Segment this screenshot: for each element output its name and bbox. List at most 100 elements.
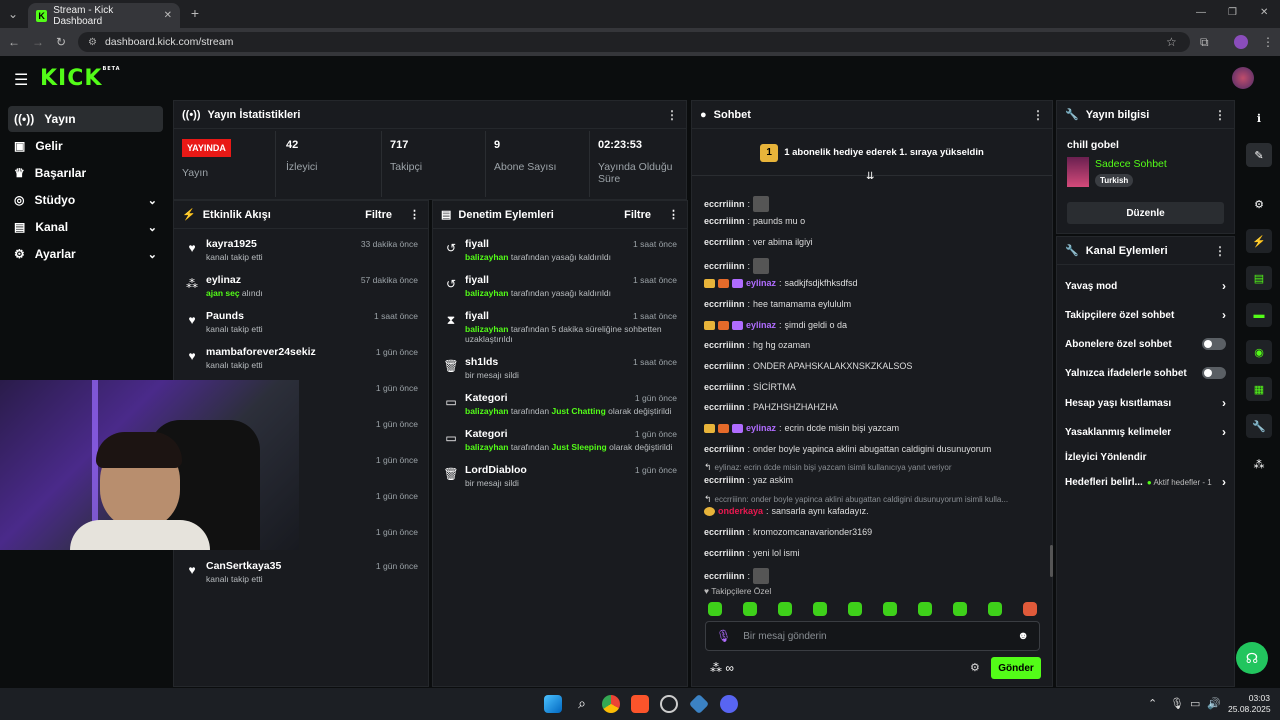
volume-icon[interactable]: 🔊 xyxy=(1207,697,1221,710)
chat-username[interactable]: eccrriiinn xyxy=(704,199,745,209)
microphone-icon[interactable]: 🎙 xyxy=(716,629,731,643)
filter-button[interactable]: Filtre xyxy=(624,209,651,221)
broadcast-icon[interactable]: ◉ xyxy=(1246,340,1272,364)
sidebar-item-yayin[interactable]: ((•)) Yayın xyxy=(8,106,163,132)
back-icon[interactable]: ← xyxy=(8,35,20,49)
chat-username[interactable]: eccrriiinn xyxy=(704,361,745,371)
emote-button[interactable] xyxy=(778,602,792,616)
chat-username[interactable]: eccrriiinn xyxy=(704,548,745,558)
edit-button[interactable]: Düzenle xyxy=(1067,202,1224,224)
window-close-icon[interactable]: ✕ xyxy=(1260,7,1268,18)
chat-username[interactable]: eccrriiinn xyxy=(704,237,745,247)
mod-target[interactable]: fiyall xyxy=(465,238,489,250)
emote-button[interactable] xyxy=(918,602,932,616)
more-options-icon[interactable]: ⋮ xyxy=(666,108,678,122)
chat-username[interactable]: eccrriiinn xyxy=(704,402,745,412)
chat-username[interactable]: eccrriiinn xyxy=(704,261,745,271)
browser-menu-icon[interactable]: ⋮ xyxy=(1262,35,1274,49)
layout-icon[interactable]: ▦ xyxy=(1246,377,1272,401)
clock[interactable]: 03:03 25.08.2025 xyxy=(1228,693,1271,715)
reload-icon[interactable]: ↻ xyxy=(56,35,66,49)
chat-username[interactable]: eccrriiinn xyxy=(704,299,745,309)
profile-avatar[interactable] xyxy=(1234,35,1248,49)
emote-button[interactable] xyxy=(883,602,897,616)
more-options-icon[interactable]: ⋮ xyxy=(668,208,679,221)
emote-button[interactable] xyxy=(953,602,967,616)
activity-user[interactable]: kayra1925 xyxy=(206,238,257,250)
more-options-icon[interactable]: ⋮ xyxy=(1214,108,1226,122)
obs-icon[interactable] xyxy=(660,695,678,713)
more-options-icon[interactable]: ⋮ xyxy=(1032,108,1044,122)
chat-settings-icon[interactable]: ⚙ xyxy=(970,661,980,674)
followers-only-row[interactable]: Takipçilere özel sohbet › xyxy=(1057,301,1234,329)
pinned-banner[interactable]: 1 1 abonelik hediye ederek 1. sıraya yük… xyxy=(692,130,1052,176)
edit-icon[interactable]: ✎ xyxy=(1246,143,1272,167)
subscribers-only-toggle[interactable] xyxy=(1202,338,1226,350)
chat-input[interactable]: 🎙 Bir mesaj gönderin ☻ xyxy=(705,621,1040,651)
bookmark-star-icon[interactable]: ☆ xyxy=(1166,35,1177,49)
sidebar-item-basarilar[interactable]: ♛ Başarılar xyxy=(8,160,163,186)
chrome-icon[interactable] xyxy=(602,695,620,713)
activity-user[interactable]: CanSertkaya35 xyxy=(206,560,281,572)
prediction-icon[interactable]: ⁂ ∞ xyxy=(710,661,734,675)
account-age-row[interactable]: Hesap yaşı kısıtlaması › xyxy=(1057,389,1234,417)
category-link[interactable]: Sadece Sohbet xyxy=(1095,158,1167,170)
info-icon[interactable]: ℹ xyxy=(1246,106,1272,130)
maximize-icon[interactable]: ❐ xyxy=(1228,7,1237,18)
mod-target[interactable]: sh1lds xyxy=(465,356,498,368)
sidebar-item-studyo[interactable]: ◎ Stüdyo ⌄ xyxy=(8,187,163,213)
goals-row[interactable]: Hedefleri belirl... ● Aktif hedefler - 1 › xyxy=(1057,468,1234,496)
collapse-pinned-icon[interactable]: ⇊ xyxy=(866,171,874,182)
chat-username[interactable]: eccrriiinn xyxy=(704,216,745,226)
slow-mode-row[interactable]: Yavaş mod › xyxy=(1057,272,1234,300)
emoji-icon[interactable]: ☻ xyxy=(1017,630,1029,642)
mod-target[interactable]: Kategori xyxy=(465,392,508,404)
chat-username[interactable]: eylinaz xyxy=(746,423,776,433)
microphone-tray-icon[interactable]: 🎙 xyxy=(1170,697,1184,710)
activity-user[interactable]: eylinaz xyxy=(206,274,241,286)
chat-username[interactable]: eylinaz xyxy=(746,320,776,330)
site-info-icon[interactable]: ⚙ xyxy=(88,37,97,48)
new-tab-icon[interactable]: + xyxy=(188,5,202,21)
sidebar-item-ayarlar[interactable]: ⚙ Ayarlar ⌄ xyxy=(8,241,163,267)
display-icon[interactable]: ▭ xyxy=(1190,697,1200,710)
forward-icon[interactable]: → xyxy=(32,35,44,49)
emote-button[interactable] xyxy=(743,602,757,616)
mod-target[interactable]: fiyall xyxy=(465,274,489,286)
wrench-icon[interactable]: 🔧 xyxy=(1246,414,1272,438)
send-button[interactable]: Gönder xyxy=(991,657,1041,679)
settings-icon[interactable]: ⚙ xyxy=(1246,192,1272,216)
more-options-icon[interactable]: ⋮ xyxy=(409,208,420,221)
browser-tab[interactable]: K Stream - Kick Dashboard ✕ xyxy=(28,3,180,28)
chat-username[interactable]: eccrriiinn xyxy=(704,571,745,581)
activity-user[interactable]: mambaforever24sekiz xyxy=(206,346,316,358)
chat-username[interactable]: eylinaz xyxy=(746,278,776,288)
emote-button[interactable] xyxy=(708,602,722,616)
more-options-icon[interactable]: ⋮ xyxy=(1214,244,1226,258)
chat-username[interactable]: eccrriiinn xyxy=(704,340,745,350)
emote-button[interactable] xyxy=(988,602,1002,616)
filter-button[interactable]: Filtre xyxy=(365,209,392,221)
chat-scrollbar[interactable] xyxy=(1050,545,1053,577)
sidebar-item-gelir[interactable]: ▣ Gelir xyxy=(8,133,163,159)
mod-target[interactable]: Kategori xyxy=(465,428,508,440)
minimize-icon[interactable]: — xyxy=(1196,7,1206,18)
chat-icon[interactable]: ▬ xyxy=(1246,303,1272,327)
chat-username[interactable]: eccrriiinn xyxy=(704,444,745,454)
activity-user[interactable]: Paunds xyxy=(206,310,244,322)
document-icon[interactable]: ▤ xyxy=(1246,266,1272,290)
url-field[interactable]: ⚙ dashboard.kick.com/stream xyxy=(78,32,1190,52)
search-icon[interactable]: ⌕ xyxy=(573,695,591,713)
host-viewers-row[interactable]: İzleyici Yönlendir xyxy=(1057,443,1234,471)
emote-button[interactable] xyxy=(813,602,827,616)
mod-target[interactable]: LordDiabloo xyxy=(465,464,527,476)
tab-list-icon[interactable]: ⌄ xyxy=(6,7,20,21)
emote-button[interactable] xyxy=(848,602,862,616)
hamburger-menu-icon[interactable]: ☰ xyxy=(14,70,28,90)
emote-only-toggle[interactable] xyxy=(1202,367,1226,379)
banned-words-row[interactable]: Yasaklanmış kelimeler › xyxy=(1057,418,1234,446)
emote-button[interactable] xyxy=(1023,602,1037,616)
windows-start-icon[interactable] xyxy=(544,695,562,713)
mod-target[interactable]: fiyall xyxy=(465,310,489,322)
kick-logo[interactable]: KICKBETA xyxy=(40,66,121,91)
